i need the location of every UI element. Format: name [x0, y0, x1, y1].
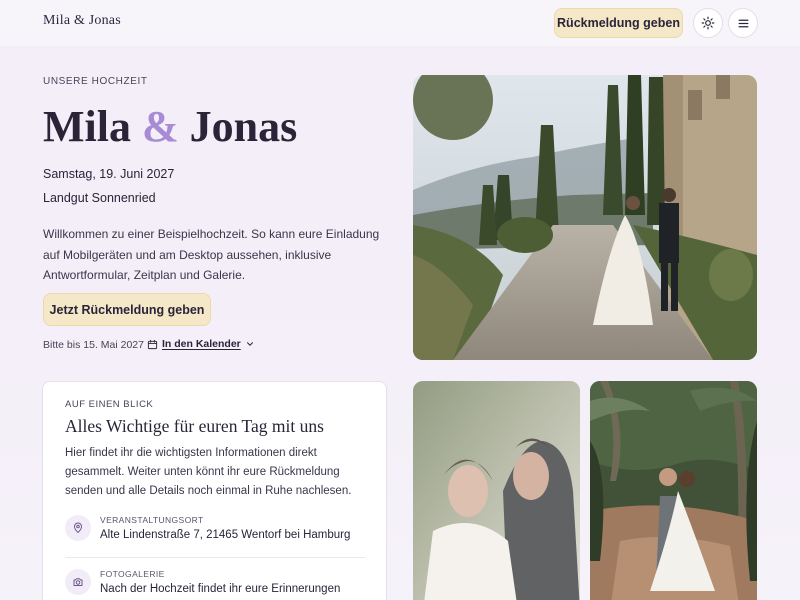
top-bar: Mila & Jonas Rückmeldung geben — [0, 0, 800, 46]
hero-intro: Willkommen zu einer Beispielhochzeit. So… — [43, 227, 380, 282]
chevron-down-icon — [246, 342, 253, 346]
ampersand: & — [141, 102, 179, 151]
hero-title: Mila & Jonas — [43, 100, 297, 154]
gallery-photo-palms — [590, 381, 757, 600]
feedback-button[interactable]: Rückmeldung geben — [554, 8, 683, 38]
wedding-venue: Landgut Sonnenried — [43, 191, 156, 205]
menu-icon — [738, 19, 748, 27]
rsvp-deadline: Bitte bis 15. Mai 2027 — [43, 339, 144, 351]
info-value: Nach der Hochzeit findet ihr eure Erinne… — [100, 583, 341, 595]
rsvp-button[interactable]: Jetzt Rückmeldung geben — [43, 293, 211, 326]
card-description: Hier findet ihr die wichtigsten Informat… — [65, 447, 352, 497]
hero-photo — [413, 75, 757, 360]
camera-icon — [65, 569, 91, 595]
info-label: VERANSTALTUNGSORT — [100, 515, 204, 525]
info-row-gallery[interactable]: FOTOGALERIE Nach der Hochzeit findet ihr… — [65, 566, 365, 600]
info-value: Alte Lindenstraße 7, 21465 Wentorf bei H… — [100, 529, 351, 541]
location-pin-icon — [65, 515, 91, 541]
name-a: Mila — [43, 102, 131, 151]
name-b: Jonas — [189, 102, 298, 151]
hero-eyebrow: UNSERE HOCHZEIT — [43, 76, 148, 87]
divider — [65, 557, 365, 558]
calendar-icon — [147, 339, 158, 349]
card-eyebrow: AUF EINEN BLICK — [65, 399, 154, 410]
theme-toggle-button[interactable] — [693, 8, 723, 38]
card-title: Alles Wichtige für euren Tag mit uns — [65, 416, 324, 436]
add-to-calendar-link[interactable]: In den Kalender — [147, 338, 255, 350]
calendar-label: In den Kalender — [162, 338, 241, 350]
brand-logo[interactable]: Mila & Jonas — [43, 13, 121, 29]
menu-button[interactable] — [728, 8, 758, 38]
info-label: FOTOGALERIE — [100, 569, 165, 579]
wedding-date: Samstag, 19. Juni 2027 — [43, 167, 175, 181]
info-card: AUF EINEN BLICK Alles Wichtige für euren… — [42, 381, 387, 600]
gallery-photo-veil — [413, 381, 580, 600]
sun-icon — [701, 16, 715, 30]
info-row-venue[interactable]: VERANSTALTUNGSORT Alte Lindenstraße 7, 2… — [65, 512, 365, 552]
